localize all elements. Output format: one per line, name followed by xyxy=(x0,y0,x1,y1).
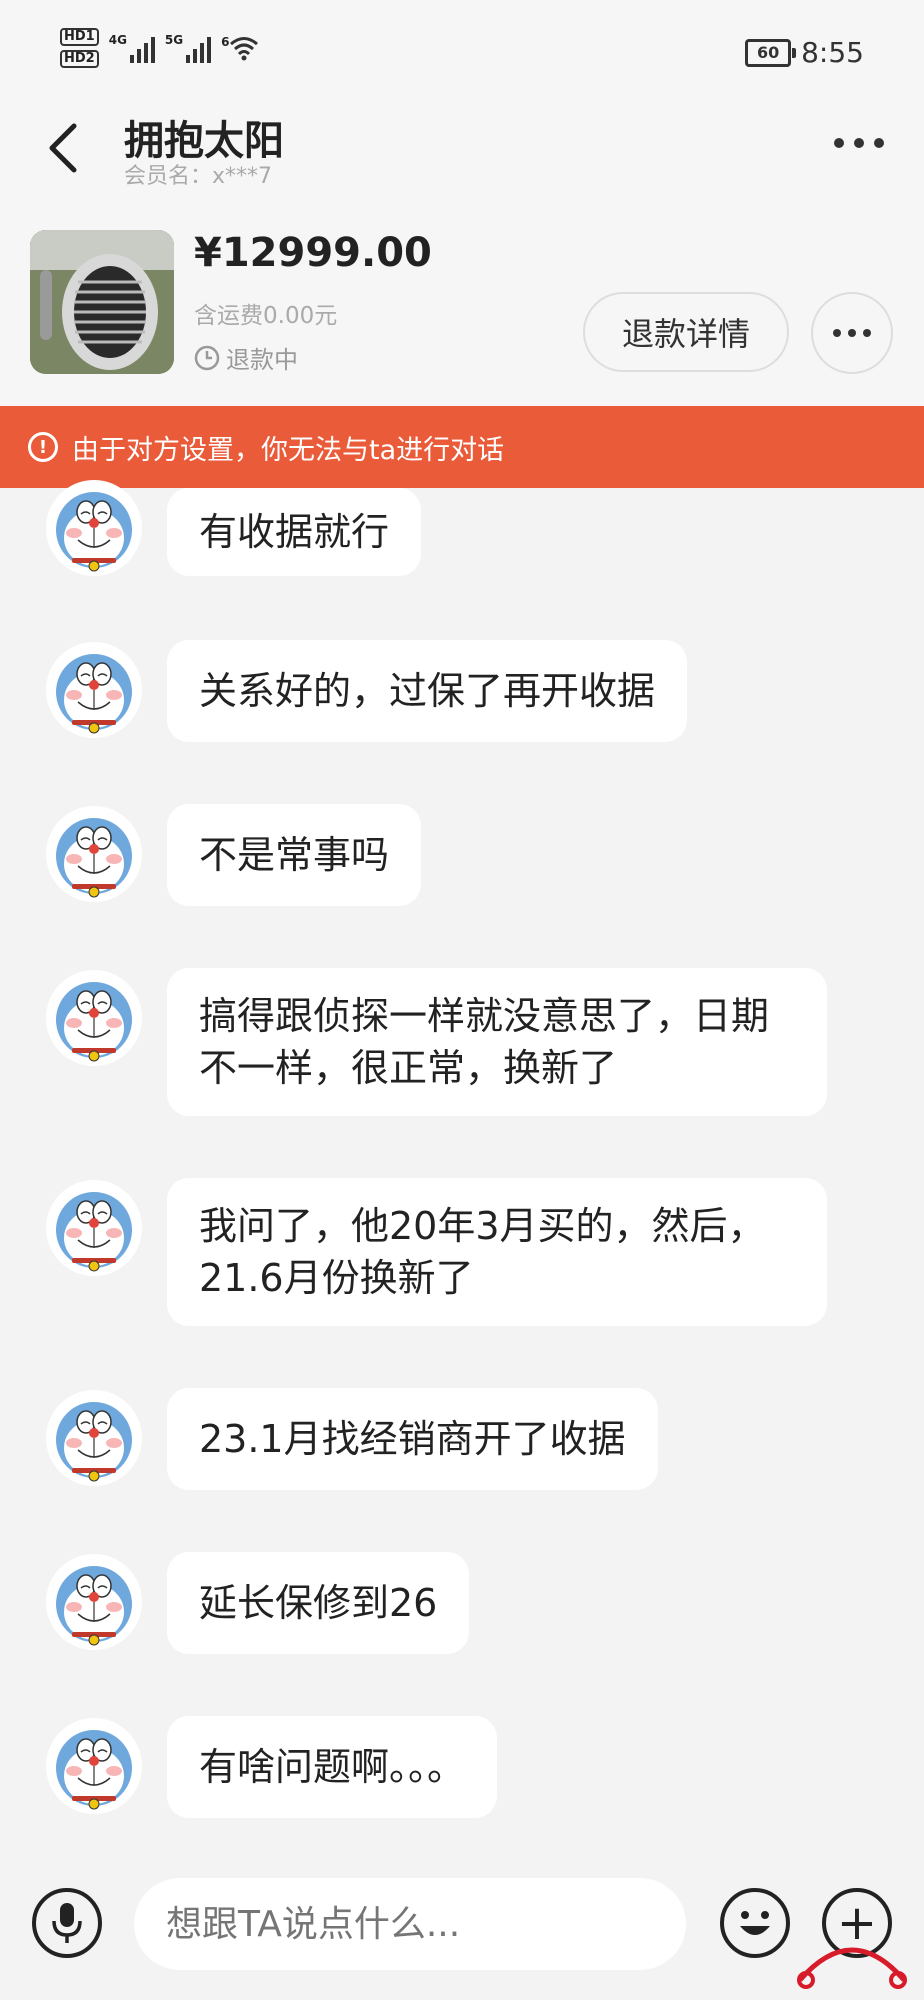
alert-icon: ! xyxy=(28,432,58,462)
avatar[interactable] xyxy=(44,478,144,578)
clock: 8:55 xyxy=(801,36,864,69)
dot-icon xyxy=(833,329,841,337)
net1-label: 4G xyxy=(108,33,127,47)
signal-4g-icon: 4G xyxy=(109,33,155,63)
battery-icon: 60 xyxy=(745,38,797,67)
product-more-button[interactable] xyxy=(811,292,893,374)
dot-icon xyxy=(854,138,864,148)
dot-icon xyxy=(863,329,871,337)
hd2-badge: HD2 xyxy=(60,50,99,68)
message-bubble[interactable]: 我问了，他20年3月买的，然后，21.6月份换新了 xyxy=(167,1178,827,1326)
avatar[interactable] xyxy=(44,640,144,740)
product-price: ¥12999.00 xyxy=(194,230,432,276)
message-bubble[interactable]: 23.1月找经销商开了收据 xyxy=(167,1388,658,1490)
avatar[interactable] xyxy=(44,1388,144,1488)
microphone-icon xyxy=(52,1903,82,1943)
shipping-fee: 含运费0.00元 xyxy=(194,303,338,329)
avatar[interactable] xyxy=(44,968,144,1068)
voice-button[interactable] xyxy=(32,1888,102,1958)
dot-icon xyxy=(848,329,856,337)
warning-text: 由于对方设置，你无法与ta进行对话 xyxy=(72,434,505,466)
dot-icon xyxy=(874,138,884,148)
clock-icon xyxy=(194,345,220,370)
avatar[interactable] xyxy=(44,804,144,904)
refund-status-text: 退款中 xyxy=(226,346,298,374)
avatar[interactable] xyxy=(44,1716,144,1816)
chevron-left-icon xyxy=(49,123,77,173)
status-right: 60 8:55 xyxy=(745,36,864,69)
message-bubble[interactable]: 不是常事吗 xyxy=(167,804,422,906)
chat-header: 拥抱太阳 会员名：x***7 xyxy=(0,100,924,200)
message-bubble[interactable]: 关系好的，过保了再开收据 xyxy=(167,640,688,742)
more-options-button[interactable] xyxy=(834,138,884,148)
back-button[interactable] xyxy=(44,118,84,178)
net2-label: 5G xyxy=(164,33,184,47)
message-input[interactable] xyxy=(134,1878,686,1970)
hd1-badge: HD1 xyxy=(60,28,99,46)
product-thumbnail[interactable] xyxy=(30,230,174,374)
refund-details-button[interactable]: 退款详情 xyxy=(583,292,789,372)
warning-banner: ! 由于对方设置，你无法与ta进行对话 xyxy=(0,406,924,488)
sim-indicators: HD1 HD2 xyxy=(60,28,99,68)
message-bubble[interactable]: 延长保修到26 xyxy=(167,1552,470,1654)
refund-status: 退款中 xyxy=(194,340,298,375)
dot-icon xyxy=(834,138,844,148)
status-bar: HD1 HD2 4G 5G 6 60 8:55 xyxy=(0,0,924,100)
message-bubble[interactable]: 有收据就行 xyxy=(167,488,422,576)
product-card[interactable]: ¥12999.00 含运费0.00元 退款中 退款详情 xyxy=(0,200,924,406)
message-bubble[interactable]: 有啥问题啊。。。 xyxy=(167,1716,498,1818)
message-bubble[interactable]: 搞得跟侦探一样就没意思了，日期不一样，很正常，换新了 xyxy=(167,968,827,1116)
avatar[interactable] xyxy=(44,1552,144,1652)
wifi-icon: 6 xyxy=(221,35,259,61)
member-name: 会员名：x***7 xyxy=(124,164,273,189)
headphone-image-icon xyxy=(30,230,174,374)
battery-level: 60 xyxy=(756,43,780,62)
watermark-logo-icon xyxy=(797,1947,907,1989)
smiley-icon xyxy=(740,1911,770,1935)
signal-5g-icon: 5G xyxy=(164,33,212,63)
wifi-label: 6 xyxy=(221,35,230,49)
status-left: HD1 HD2 4G 5G 6 xyxy=(60,28,259,68)
avatar[interactable] xyxy=(44,1178,144,1278)
